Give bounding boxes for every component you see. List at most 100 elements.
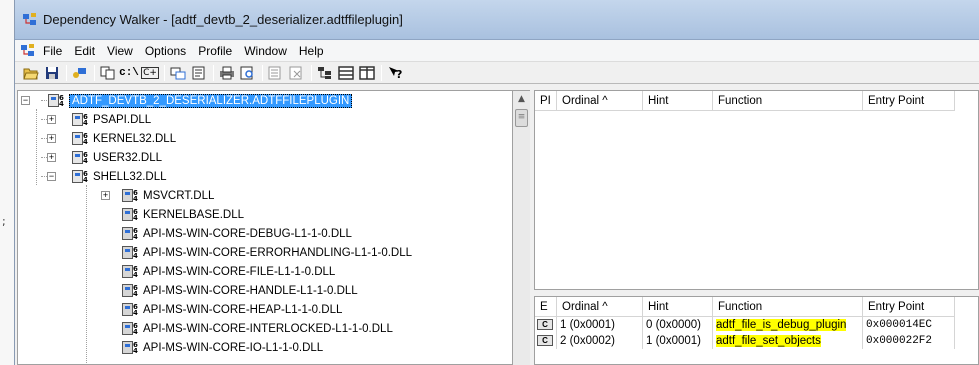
tree-node-shell32[interactable]: − 64 SHELL32.DLL [47, 167, 167, 186]
col-entry-point[interactable]: Entry Point [863, 91, 955, 111]
expand-toggle-icon[interactable]: + [47, 153, 56, 162]
full-paths-icon[interactable]: c:\ [119, 64, 139, 82]
configure-icon[interactable] [70, 64, 90, 82]
table-row[interactable]: C 1 (0x0001) 0 (0x0000) adtf_file_is_deb… [535, 317, 955, 333]
svg-text:4: 4 [83, 119, 88, 126]
collapse-toggle-icon[interactable]: − [21, 96, 30, 105]
module-icon: 64 [122, 208, 139, 222]
toolbar-separator [164, 64, 165, 81]
expand-toggle-icon[interactable]: + [47, 134, 56, 143]
col-entry-point[interactable]: Entry Point [863, 297, 955, 317]
tree-node-msvcrt[interactable]: + 64 MSVCRT.DLL [101, 186, 214, 205]
col-function[interactable]: Function [713, 297, 863, 317]
module-icon: 64 [72, 132, 89, 146]
hint-cell: 1 (0x0001) [643, 333, 713, 349]
function-cell: adtf_file_is_debug_plugin [713, 317, 863, 333]
col-ordinal[interactable]: Ordinal ^ [557, 297, 643, 317]
col-hint[interactable]: Hint [643, 297, 713, 317]
tree-node-label: ADTF_DEVTB_2_DESERIALIZER.ADTFFILEPLUGIN [69, 93, 353, 108]
module-icon: 64 [122, 246, 139, 260]
menu-window[interactable]: Window [238, 44, 293, 58]
save-icon[interactable] [42, 64, 62, 82]
full-paths-label: c:\ [119, 66, 139, 79]
expand-toggle-icon[interactable]: + [47, 115, 56, 124]
col-hint[interactable]: Hint [643, 91, 713, 111]
toolbar-separator [311, 64, 312, 81]
vertical-split-icon[interactable] [357, 64, 377, 82]
c-function-icon-cell: C [535, 333, 557, 349]
tree-node-api-heap[interactable]: 64 API-MS-WIN-CORE-HEAP-L1-1-0.DLL [122, 300, 342, 319]
scroll-up-arrow-icon[interactable]: ▲ [513, 91, 530, 108]
properties-icon[interactable] [189, 64, 209, 82]
print-icon[interactable] [217, 64, 237, 82]
copy-icon[interactable] [98, 64, 118, 82]
tree-node-label: API-MS-WIN-CORE-FILE-L1-1-0.DLL [143, 265, 336, 278]
tree-node-root[interactable]: − 64 ADTF_DEVTB_2_DESERIALIZER.ADTFFILEP… [21, 91, 353, 110]
tree-node-label: API-MS-WIN-CORE-HEAP-L1-1-0.DLL [143, 303, 343, 316]
module-list-icon[interactable] [315, 64, 335, 82]
mdi-child-icon[interactable] [21, 43, 35, 58]
svg-text:4: 4 [83, 138, 88, 145]
menu-options[interactable]: Options [139, 44, 192, 58]
tree-node-api-file[interactable]: 64 API-MS-WIN-CORE-FILE-L1-1-0.DLL [122, 262, 335, 281]
tree-node-label: API-MS-WIN-CORE-HANDLE-L1-1-0.DLL [143, 284, 358, 297]
svg-text:4: 4 [133, 347, 138, 354]
system-info-icon[interactable] [266, 64, 286, 82]
table-row[interactable]: C 2 (0x0002) 1 (0x0001) adtf_file_set_ob… [535, 333, 955, 349]
scroll-thumb[interactable]: ≡ [515, 109, 528, 127]
module-icon: 64 [122, 189, 139, 203]
c-function-icon: C [537, 319, 553, 330]
tree-node-label: API-MS-WIN-CORE-IO-L1-1-0.DLL [143, 341, 324, 354]
tree-node-label: KERNEL32.DLL [93, 132, 177, 145]
tree-node-label: API-MS-WIN-CORE-INTERLOCKED-L1-1-0.DLL [143, 322, 393, 335]
title-bar[interactable]: Dependency Walker - [adtf_devtb_2_deseri… [15, 0, 979, 40]
undecorate-icon[interactable]: C+ [140, 64, 160, 82]
toolbar-separator [66, 64, 67, 81]
help-icon[interactable]: ? [385, 64, 405, 82]
auto-expand-icon[interactable] [168, 64, 188, 82]
exports-header: E Ordinal ^ Hint Function Entry Point [535, 297, 955, 317]
tree-node-api-debug[interactable]: 64 API-MS-WIN-CORE-DEBUG-L1-1-0.DLL [122, 224, 352, 243]
svg-text:?: ? [396, 68, 402, 80]
module-icon: 64 [72, 170, 89, 184]
window-title: Dependency Walker - [adtf_devtb_2_deseri… [43, 12, 403, 27]
col-function[interactable]: Function [713, 91, 863, 111]
tree-node-api-errorhandling[interactable]: 64 API-MS-WIN-CORE-ERRORHANDLING-L1-1-0.… [122, 243, 412, 262]
tree-node-psapi[interactable]: + 64 PSAPI.DLL [47, 110, 151, 129]
imports-list[interactable]: PI Ordinal ^ Hint Function Entry Point [534, 90, 979, 290]
hint-cell: 0 (0x0000) [643, 317, 713, 333]
tree-node-api-interlocked[interactable]: 64 API-MS-WIN-CORE-INTERLOCKED-L1-1-0.DL… [122, 319, 393, 338]
svg-text:4: 4 [133, 271, 138, 278]
collapse-toggle-icon[interactable]: − [47, 172, 56, 181]
tree-node-kernelbase[interactable]: 64 KERNELBASE.DLL [122, 205, 244, 224]
find-icon[interactable] [238, 64, 258, 82]
col-e[interactable]: E [535, 297, 557, 317]
menu-profile[interactable]: Profile [192, 44, 238, 58]
module-dependency-tree[interactable]: − 64 ADTF_DEVTB_2_DESERIALIZER.ADTFFILEP… [17, 90, 513, 365]
tree-node-api-io[interactable]: 64 API-MS-WIN-CORE-IO-L1-1-0.DLL [122, 338, 323, 357]
tree-node-label: PSAPI.DLL [93, 113, 152, 126]
function-name-highlight: adtf_file_is_debug_plugin [716, 319, 847, 331]
tree-node-user32[interactable]: + 64 USER32.DLL [47, 148, 162, 167]
menu-file[interactable]: File [37, 44, 68, 58]
tree-node-api-handle[interactable]: 64 API-MS-WIN-CORE-HANDLE-L1-1-0.DLL [122, 281, 358, 300]
expand-toggle-icon[interactable]: + [101, 191, 110, 200]
menu-bar: File Edit View Options Profile Window He… [15, 40, 979, 62]
menu-help[interactable]: Help [293, 44, 330, 58]
exports-list[interactable]: E Ordinal ^ Hint Function Entry Point C … [534, 296, 979, 365]
menu-view[interactable]: View [101, 44, 139, 58]
menu-edit[interactable]: Edit [68, 44, 101, 58]
horizontal-split-icon[interactable] [336, 64, 356, 82]
workspace: − 64 ADTF_DEVTB_2_DESERIALIZER.ADTFFILEP… [15, 88, 979, 365]
toolbar-separator [213, 64, 214, 81]
external-viewer-icon[interactable] [287, 64, 307, 82]
col-pi[interactable]: PI [535, 91, 557, 111]
col-ordinal[interactable]: Ordinal ^ [557, 91, 643, 111]
svg-text:4: 4 [133, 195, 138, 202]
tree-node-label: API-MS-WIN-CORE-ERRORHANDLING-L1-1-0.DLL [143, 246, 413, 259]
module-icon: 64 [122, 227, 139, 241]
dependency-walker-window: Dependency Walker - [adtf_devtb_2_deseri… [14, 0, 979, 365]
tree-node-kernel32[interactable]: + 64 KERNEL32.DLL [47, 129, 176, 148]
tree-vertical-scrollbar[interactable]: ▲ ≡ [513, 90, 530, 365]
open-icon[interactable] [21, 64, 41, 82]
